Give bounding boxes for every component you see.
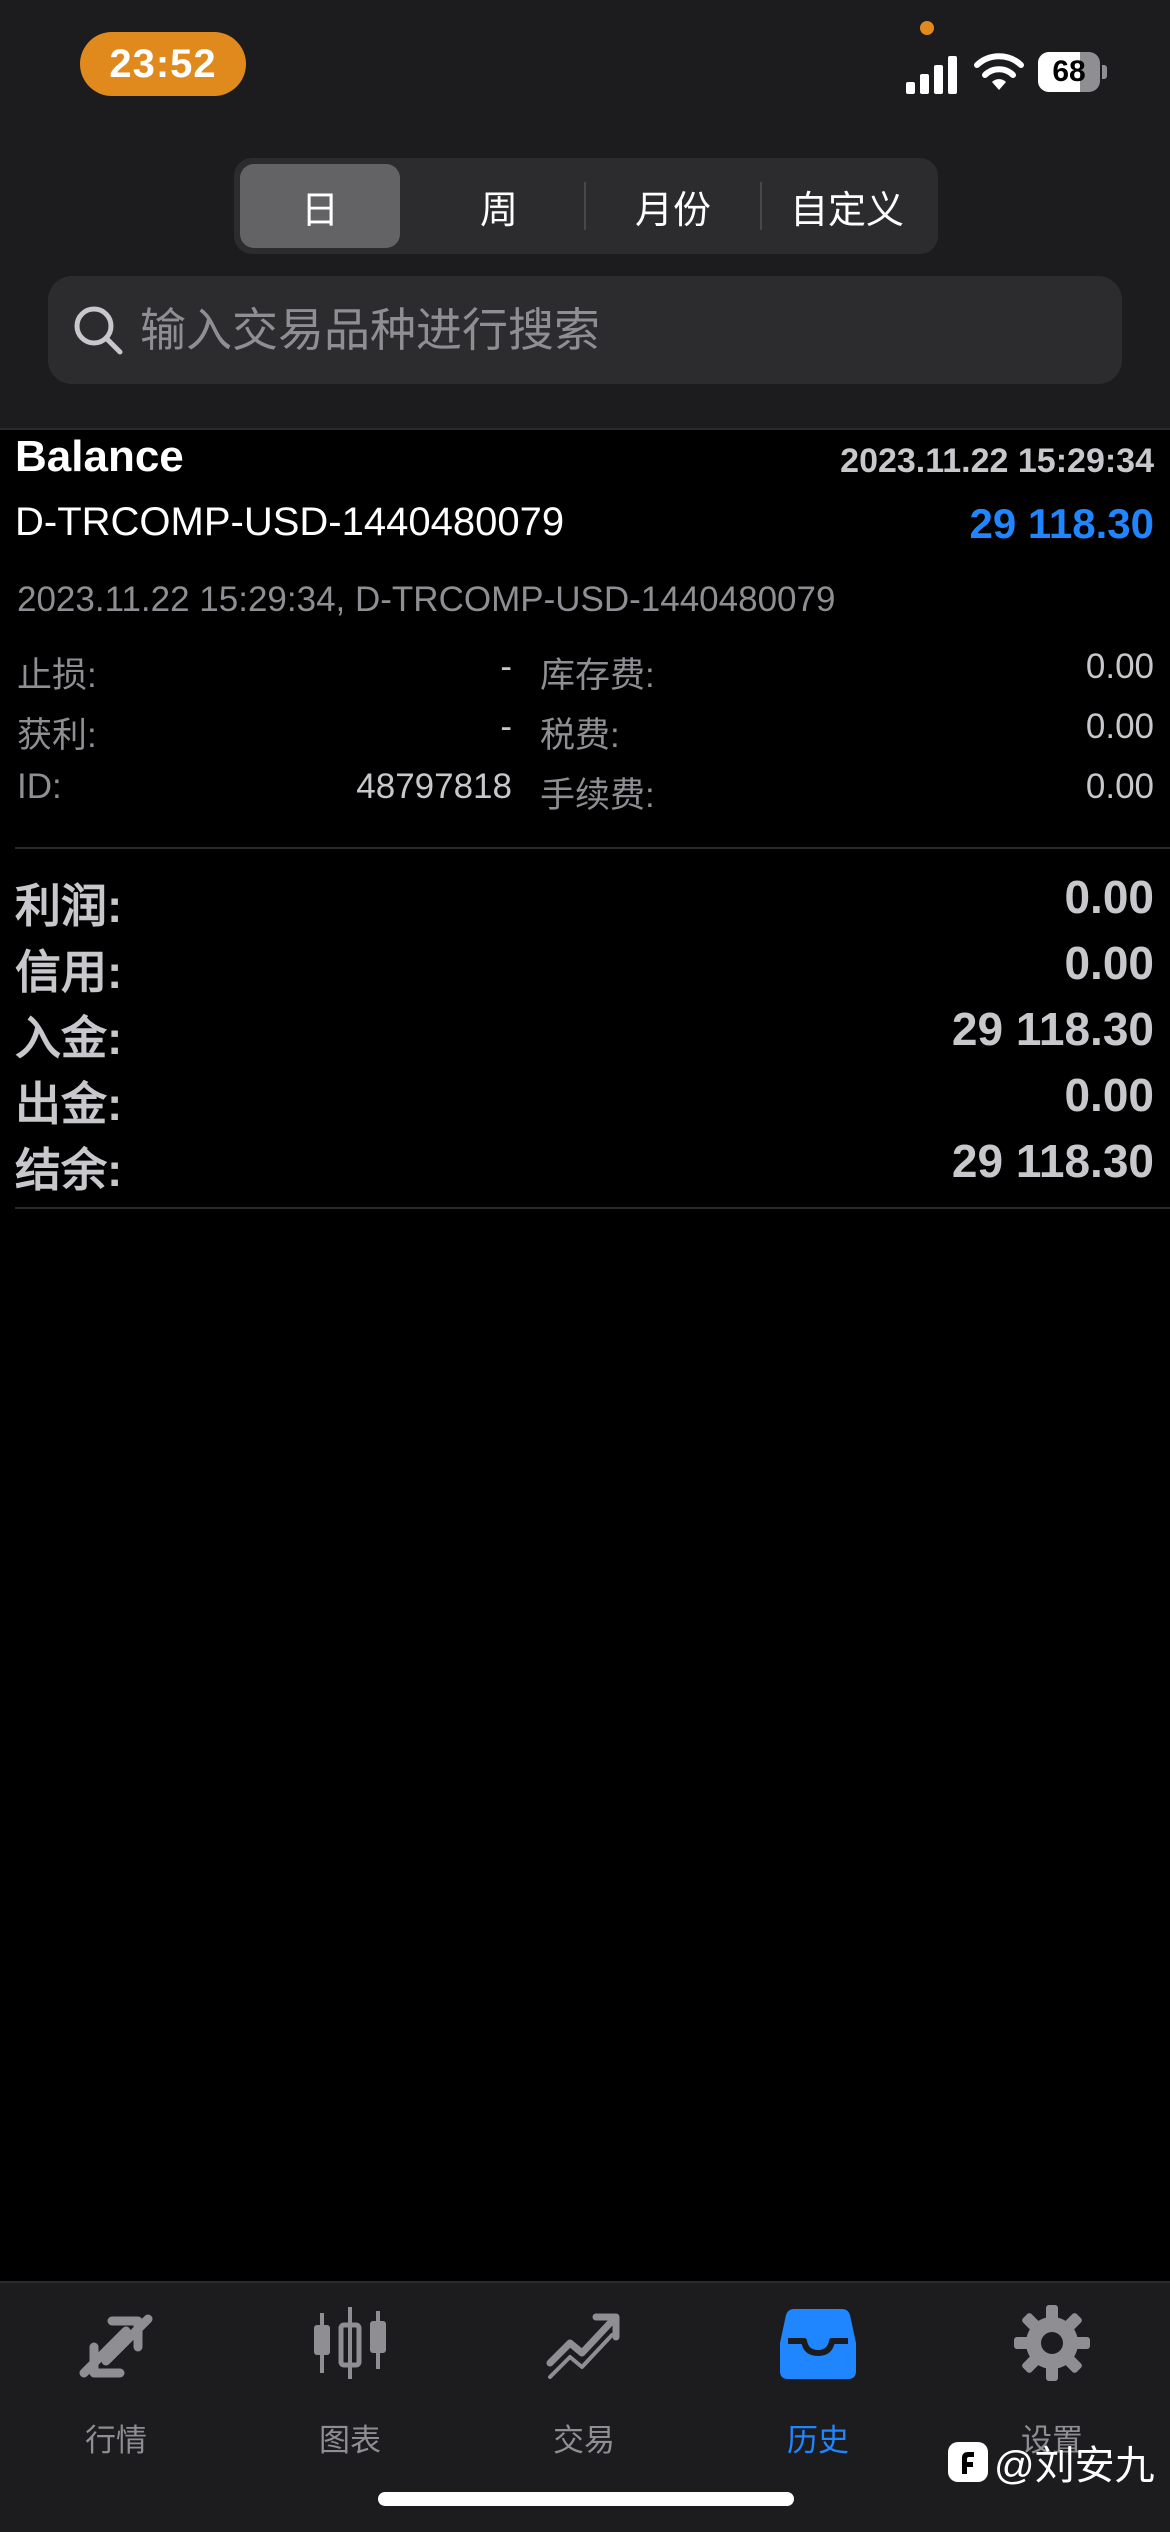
deposit-label: 入金: [15, 1012, 123, 1064]
status-bar: 23:52 68 [0, 0, 1170, 130]
record-comment: 2023.11.22 15:29:34, D-TRCOMP-USD-144048… [17, 580, 836, 619]
take-profit-label: 获利: [17, 716, 97, 755]
privacy-indicator-dot [920, 21, 934, 35]
search-icon [74, 306, 123, 355]
header: 23:52 68 日 周 月份 自定义 输入交易品种进行搜索 [0, 0, 1170, 428]
tab-custom[interactable]: 自定义 [762, 164, 932, 248]
cellular-signal-icon [906, 56, 957, 94]
divider [15, 1207, 1170, 1209]
tax-value: 0.00 [1085, 707, 1154, 746]
deposit-value: 29 118.30 [951, 1003, 1154, 1055]
swap-value: 0.00 [1085, 647, 1154, 686]
wifi-icon [974, 53, 1024, 90]
stop-loss-label: 止损: [17, 656, 97, 695]
tab-history[interactable]: 历史 [718, 2303, 918, 2463]
commission-value: 0.00 [1085, 767, 1154, 806]
battery-level: 68 [1052, 55, 1086, 88]
tab-label: 图表 [319, 2423, 381, 2458]
trade-trend-icon [546, 2313, 620, 2379]
balance-value: 29 118.30 [951, 1135, 1154, 1187]
battery-icon: 68 [1038, 52, 1108, 92]
tax-label: 税费: [540, 716, 620, 755]
credit-value: 0.00 [1064, 937, 1154, 989]
tab-quotes[interactable]: 行情 [16, 2303, 216, 2463]
take-profit-value: - [500, 707, 512, 746]
screen: 23:52 68 日 周 月份 自定义 输入交易品种进行搜索 Balance 2… [0, 0, 1170, 2532]
profit-label: 利润: [15, 880, 123, 932]
tab-day[interactable]: 日 [240, 164, 400, 248]
withdrawal-value: 0.00 [1064, 1069, 1154, 1121]
tab-month[interactable]: 月份 [586, 164, 760, 248]
balance-label: 结余: [15, 1144, 123, 1196]
home-indicator[interactable] [378, 2492, 794, 2506]
gear-icon [1014, 2305, 1090, 2381]
tab-week[interactable]: 周 [414, 164, 584, 248]
status-time[interactable]: 23:52 [80, 32, 246, 96]
tab-label: 历史 [787, 2423, 849, 2458]
watermark: @刘安九 [948, 2436, 1155, 2488]
candlestick-chart-icon [314, 2307, 386, 2379]
record-amount: 29 118.30 [969, 500, 1154, 547]
credit-label: 信用: [15, 946, 123, 998]
tab-label: 行情 [85, 2423, 147, 2458]
id-value: 48797818 [356, 767, 512, 806]
quotes-arrows-icon [79, 2314, 153, 2378]
withdrawal-label: 出金: [15, 1078, 123, 1130]
period-segmented-control: 日 周 月份 自定义 [234, 158, 938, 254]
watermark-logo-icon [948, 2442, 988, 2482]
record-time: 2023.11.22 15:29:34 [840, 442, 1154, 480]
profit-value: 0.00 [1064, 871, 1154, 923]
tab-label: 交易 [553, 2423, 615, 2458]
search-bar[interactable] [48, 276, 1122, 384]
id-label: ID: [17, 767, 62, 806]
stop-loss-value: - [500, 647, 512, 686]
search-input[interactable] [140, 276, 1100, 384]
commission-label: 手续费: [540, 776, 655, 815]
watermark-text: @刘安九 [994, 2444, 1155, 2488]
tab-trade[interactable]: 交易 [484, 2303, 684, 2463]
record-type: Balance [15, 432, 184, 481]
tab-chart[interactable]: 图表 [250, 2303, 450, 2463]
history-inbox-icon [780, 2309, 856, 2379]
swap-label: 库存费: [540, 656, 655, 695]
divider [15, 847, 1170, 849]
record-symbol: D-TRCOMP-USD-1440480079 [15, 500, 565, 544]
